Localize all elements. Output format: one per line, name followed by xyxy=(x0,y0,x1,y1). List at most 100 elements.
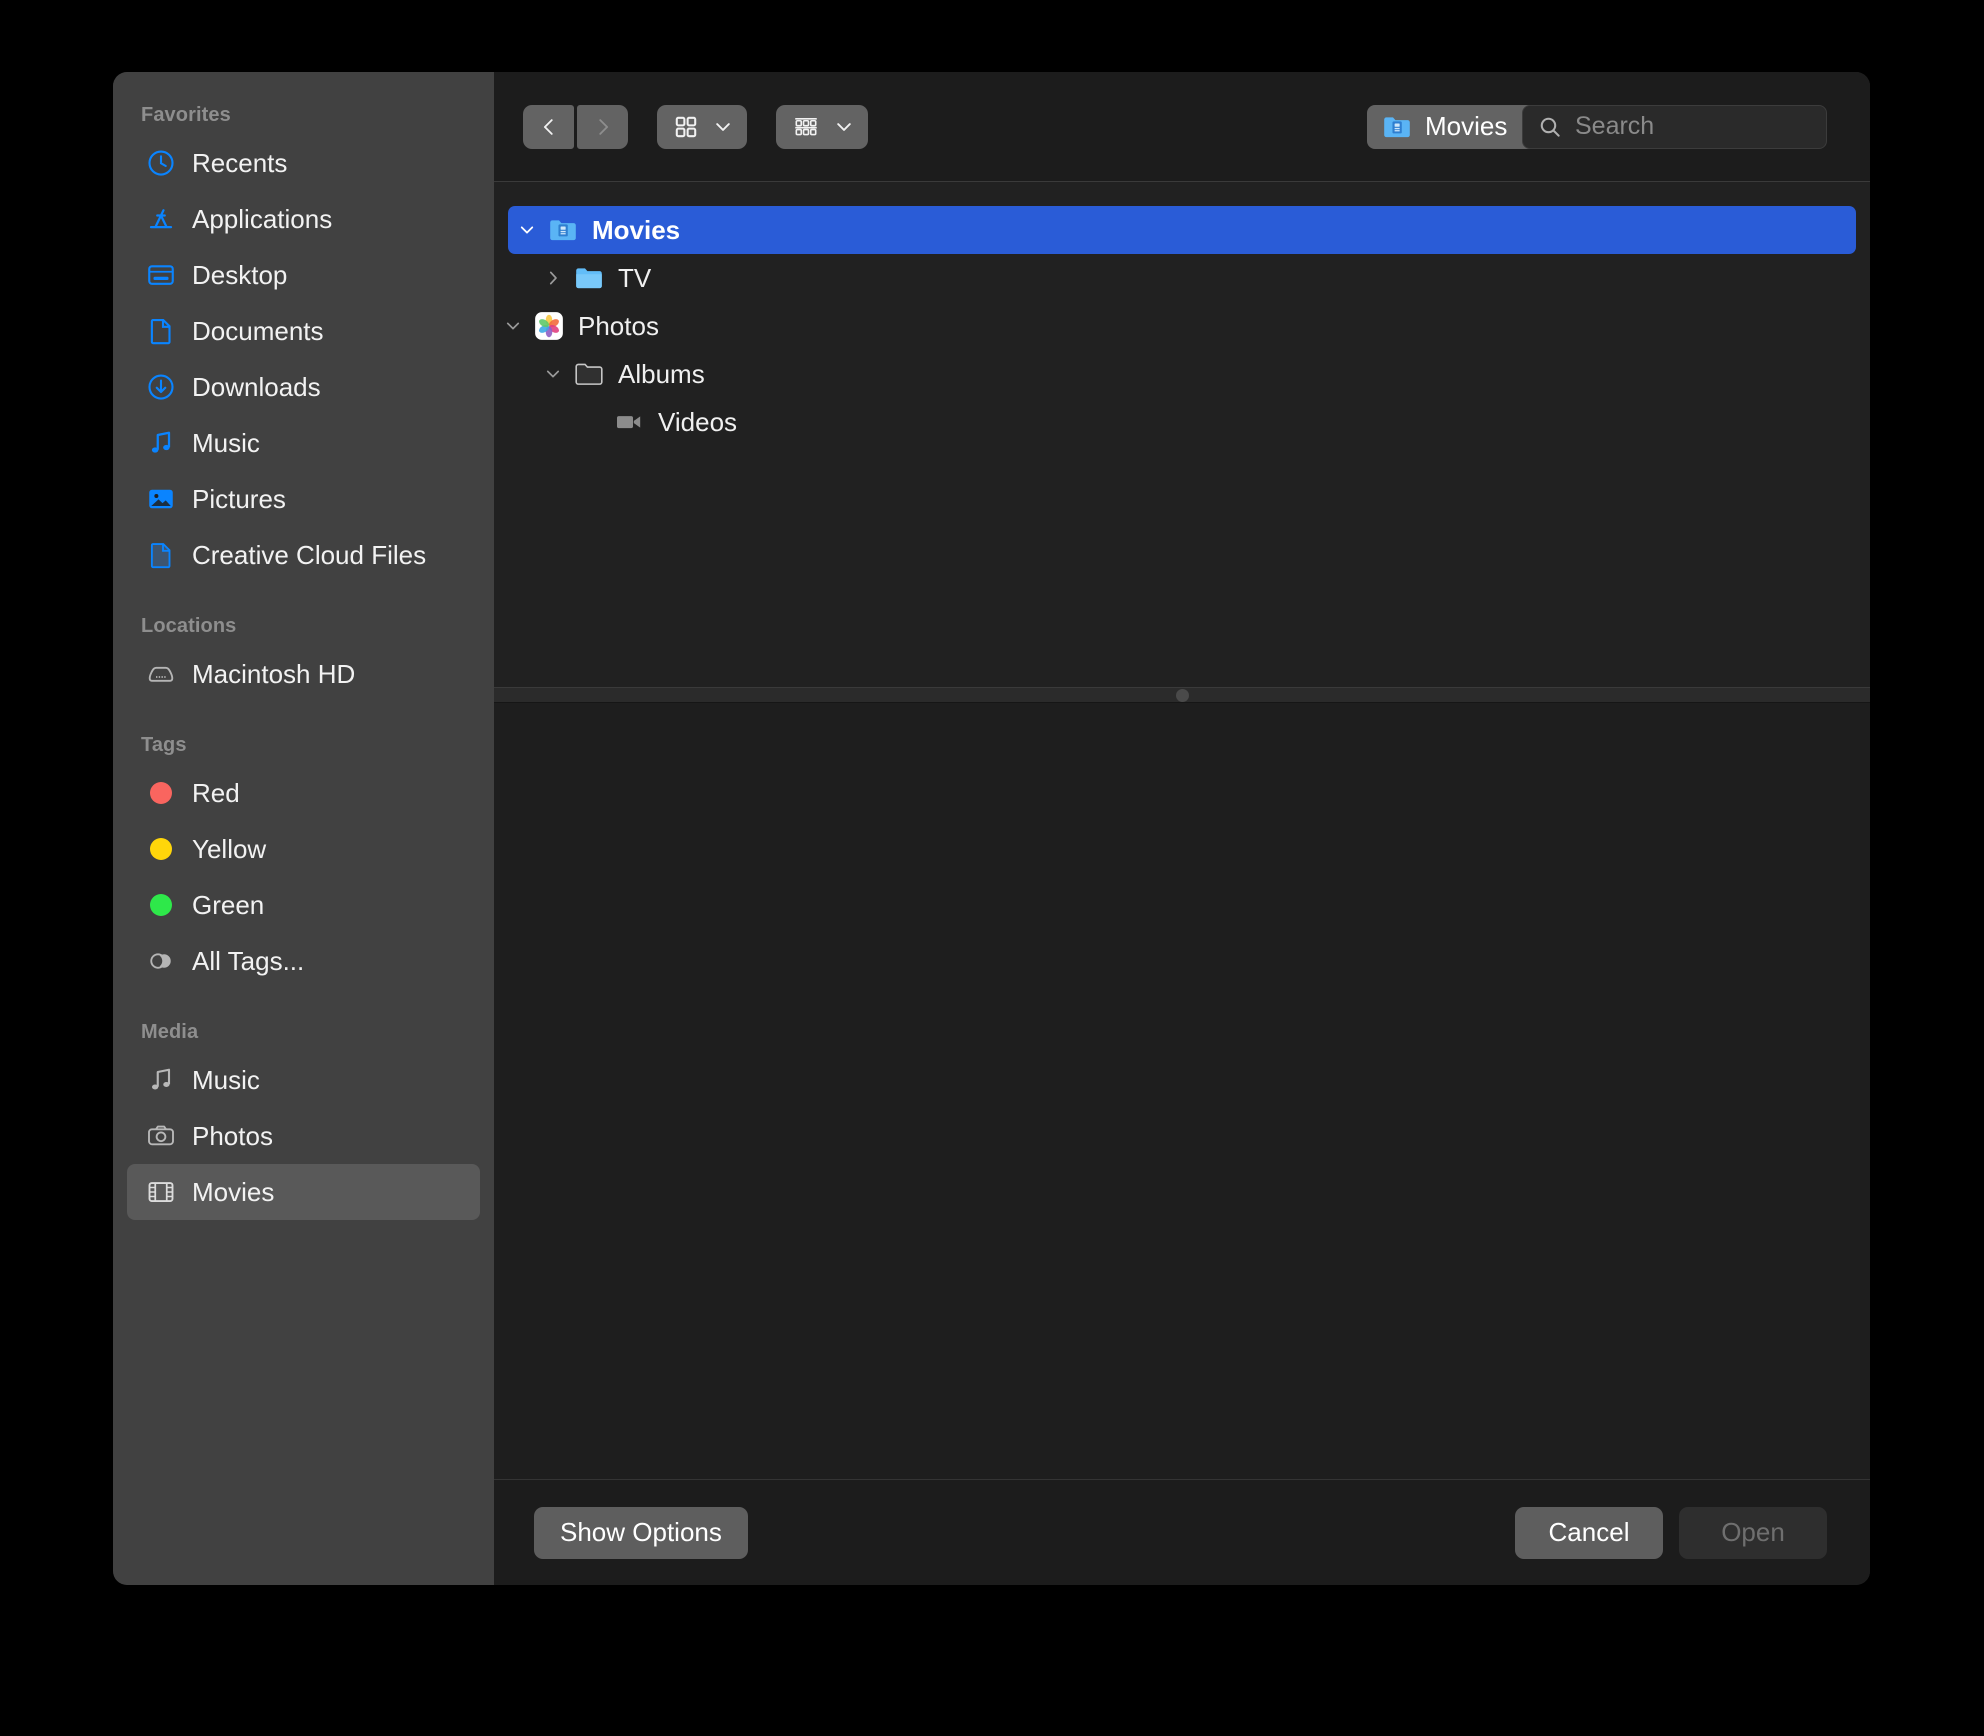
chevron-down-icon xyxy=(837,122,851,131)
chevron-down-icon xyxy=(716,122,730,131)
applications-icon xyxy=(144,202,178,236)
tag-dot-icon xyxy=(144,832,178,866)
sidebar-item-label: Downloads xyxy=(192,371,321,402)
path-popup-label: Movies xyxy=(1425,111,1508,141)
sidebar-item-pictures[interactable]: Pictures xyxy=(127,471,480,527)
blue-folder-movies-icon xyxy=(546,213,580,247)
sidebar-item-creative-cloud-files[interactable]: Creative Cloud Files xyxy=(127,527,480,583)
sidebar-item-label: Pictures xyxy=(192,483,286,514)
sidebar-item-downloads[interactable]: Downloads xyxy=(127,359,480,415)
music-note-icon xyxy=(144,426,178,460)
sidebar-item-music[interactable]: Music xyxy=(127,415,480,471)
group-by-icon xyxy=(795,117,817,135)
sidebar-item-macintosh-hd[interactable]: Macintosh HD xyxy=(127,646,480,702)
tree-row-label: Albums xyxy=(618,358,705,389)
clock-icon xyxy=(144,146,178,180)
sidebar-item-tag-red[interactable]: Red xyxy=(127,765,480,821)
creative-cloud-file-icon xyxy=(144,538,178,572)
bottom-bar: Show Options Cancel Open xyxy=(494,1480,1870,1585)
sidebar-group-locations: Locations Macintosh HD xyxy=(113,615,494,702)
file-tree: Movies TV Photos Albums Videos xyxy=(494,182,1870,687)
all-tags-icon xyxy=(144,944,178,978)
sidebar-item-label: Photos xyxy=(192,1120,273,1151)
cancel-button[interactable]: Cancel xyxy=(1515,1506,1663,1559)
forward-button[interactable] xyxy=(577,104,628,149)
back-button[interactable] xyxy=(523,104,574,149)
sidebar-header-media: Media xyxy=(141,1021,199,1043)
chevron-right-icon xyxy=(598,118,608,135)
sidebar-group-favorites: Favorites Recents Applications Desktop D… xyxy=(113,104,494,583)
sidebar-item-media-photos[interactable]: Photos xyxy=(127,1108,480,1164)
search-icon xyxy=(1540,117,1560,137)
sidebar-item-label: Movies xyxy=(192,1176,275,1207)
sidebar-item-media-movies[interactable]: Movies xyxy=(127,1164,480,1220)
tag-dot-icon xyxy=(144,888,178,922)
open-button[interactable]: Open xyxy=(1679,1506,1827,1559)
sidebar-item-applications[interactable]: Applications xyxy=(127,191,480,247)
tag-dot-icon xyxy=(144,776,178,810)
camera-icon xyxy=(144,1119,178,1153)
horizontal-splitter[interactable] xyxy=(494,687,1870,703)
content-pane: Movies Search Movies TV Photos Albums Vi… xyxy=(494,72,1870,1585)
sidebar-header-favorites: Favorites xyxy=(141,104,231,126)
toolbar: Movies Search xyxy=(494,72,1870,182)
navigation-buttons xyxy=(523,104,628,149)
document-icon xyxy=(144,314,178,348)
sidebar-item-label: Creative Cloud Files xyxy=(192,539,427,570)
tree-row-label: TV xyxy=(618,262,652,293)
sidebar-item-media-music[interactable]: Music xyxy=(127,1052,480,1108)
sidebar-group-tags: Tags Red Yellow Green All Tags... xyxy=(113,734,494,989)
photos-app-icon xyxy=(532,309,566,343)
sidebar-item-label: Macintosh HD xyxy=(192,658,356,689)
film-strip-icon xyxy=(144,1175,178,1209)
music-note-icon xyxy=(144,1063,178,1097)
open-file-dialog: Favorites Recents Applications Desktop D… xyxy=(113,72,1870,1585)
show-options-button[interactable]: Show Options xyxy=(534,1506,748,1559)
sidebar-item-tag-green[interactable]: Green xyxy=(127,877,480,933)
chevron-left-icon xyxy=(543,118,553,135)
sidebar-item-recents[interactable]: Recents xyxy=(127,135,480,191)
view-mode-button[interactable] xyxy=(657,104,747,149)
video-camera-icon xyxy=(612,405,646,439)
sidebar-item-label: Applications xyxy=(192,203,333,234)
sidebar-item-label: Green xyxy=(192,889,265,920)
picture-icon xyxy=(144,482,178,516)
tree-row-label: Photos xyxy=(578,310,659,341)
sidebar-header-locations: Locations xyxy=(141,615,237,637)
table-row[interactable]: Photos xyxy=(494,302,1870,350)
sidebar-item-label: Recents xyxy=(192,147,288,178)
sidebar-item-label: Documents xyxy=(192,315,324,346)
sidebar-item-label: Yellow xyxy=(192,833,267,864)
sidebar-item-all-tags[interactable]: All Tags... xyxy=(127,933,480,989)
search-input[interactable]: Search xyxy=(1522,104,1827,149)
sidebar-item-label: All Tags... xyxy=(192,945,305,976)
tree-row-label: Videos xyxy=(658,406,738,437)
blue-folder-icon xyxy=(572,261,606,295)
hard-drive-icon xyxy=(144,657,178,691)
sidebar-item-label: Music xyxy=(192,427,260,458)
table-row[interactable]: Movies xyxy=(508,206,1856,254)
gray-folder-icon xyxy=(572,357,606,391)
disclosure-triangle-expanded-icon[interactable] xyxy=(512,221,542,239)
sidebar-group-media: Media Music Photos Movies xyxy=(113,1021,494,1220)
blue-folder-movies-icon xyxy=(1384,116,1410,137)
sidebar-item-tag-yellow[interactable]: Yellow xyxy=(127,821,480,877)
splitter-grip-icon[interactable] xyxy=(1175,688,1189,702)
table-row[interactable]: Albums xyxy=(494,350,1870,398)
sidebar-item-label: Red xyxy=(192,777,240,808)
table-row[interactable]: Videos xyxy=(494,398,1870,446)
sidebar-item-desktop[interactable]: Desktop xyxy=(127,247,480,303)
desktop-icon xyxy=(144,258,178,292)
disclosure-triangle-expanded-icon[interactable] xyxy=(498,317,528,335)
sidebar-item-label: Desktop xyxy=(192,259,288,290)
grid-view-icon xyxy=(675,116,697,137)
sidebar-item-documents[interactable]: Documents xyxy=(127,303,480,359)
download-icon xyxy=(144,370,178,404)
group-by-button[interactable] xyxy=(776,104,868,149)
disclosure-triangle-expanded-icon[interactable] xyxy=(538,365,568,383)
table-row[interactable]: TV xyxy=(494,254,1870,302)
disclosure-triangle-collapsed-icon[interactable] xyxy=(538,269,568,287)
sidebar-header-tags: Tags xyxy=(141,734,187,756)
